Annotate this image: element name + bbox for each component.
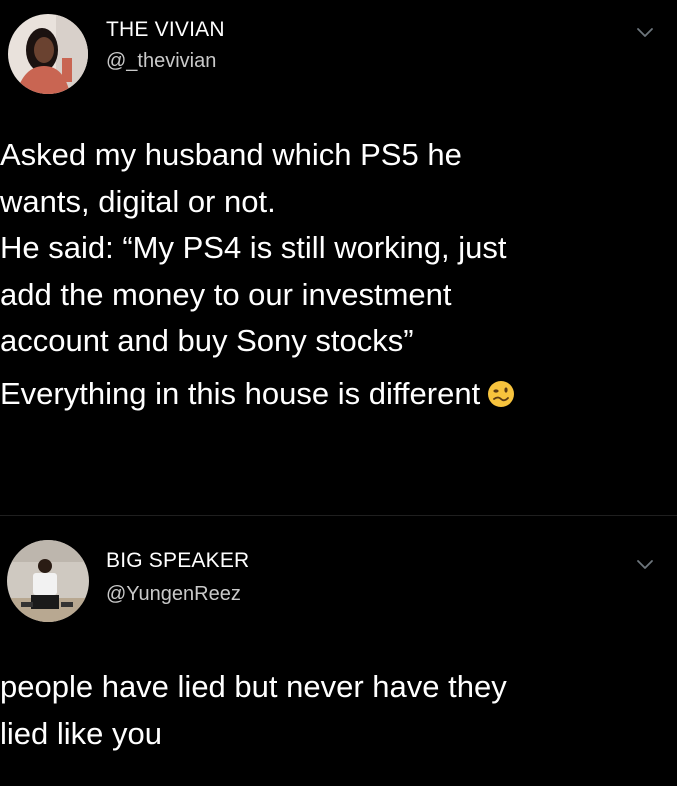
woozy-face-icon bbox=[486, 379, 516, 409]
tweet-text-final: Everything in this house is different bbox=[0, 375, 481, 411]
tweet-text-line: add the money to our investment bbox=[0, 276, 452, 312]
tweet-text-line: people have lied but never have they bbox=[0, 669, 507, 704]
tweet-text-line: wants, digital or not. bbox=[0, 183, 276, 219]
user-handle[interactable]: @YungenReez bbox=[106, 583, 241, 606]
chevron-down-icon[interactable] bbox=[635, 26, 655, 40]
user-handle[interactable]: @_thevivian bbox=[106, 50, 216, 73]
tweet-text-final-line: Everything in this house is different bbox=[0, 371, 670, 418]
avatar[interactable] bbox=[8, 14, 88, 94]
avatar[interactable] bbox=[7, 540, 89, 622]
display-name[interactable]: BIG SPEAKER bbox=[106, 549, 249, 573]
display-name[interactable]: THE VIVIAN bbox=[106, 18, 225, 42]
tweet-text: people have lied but never have they lie… bbox=[0, 664, 670, 757]
tweet-text: Asked my husband which PS5 he wants, dig… bbox=[0, 132, 670, 417]
tweet-yungenreez[interactable]: BIG SPEAKER @YungenReez people have lied… bbox=[0, 516, 677, 786]
tweet-text-line: He said: “My PS4 is still working, just bbox=[0, 230, 507, 265]
chevron-down-icon[interactable] bbox=[635, 558, 655, 572]
tweet-text-line: Asked my husband which PS5 he bbox=[0, 137, 462, 172]
tweet-thevivian[interactable]: THE VIVIAN @_thevivian Asked my husband … bbox=[0, 0, 677, 515]
tweet-text-line: account and buy Sony stocks” bbox=[0, 323, 414, 358]
tweet-text-line: lied like you bbox=[0, 715, 162, 751]
